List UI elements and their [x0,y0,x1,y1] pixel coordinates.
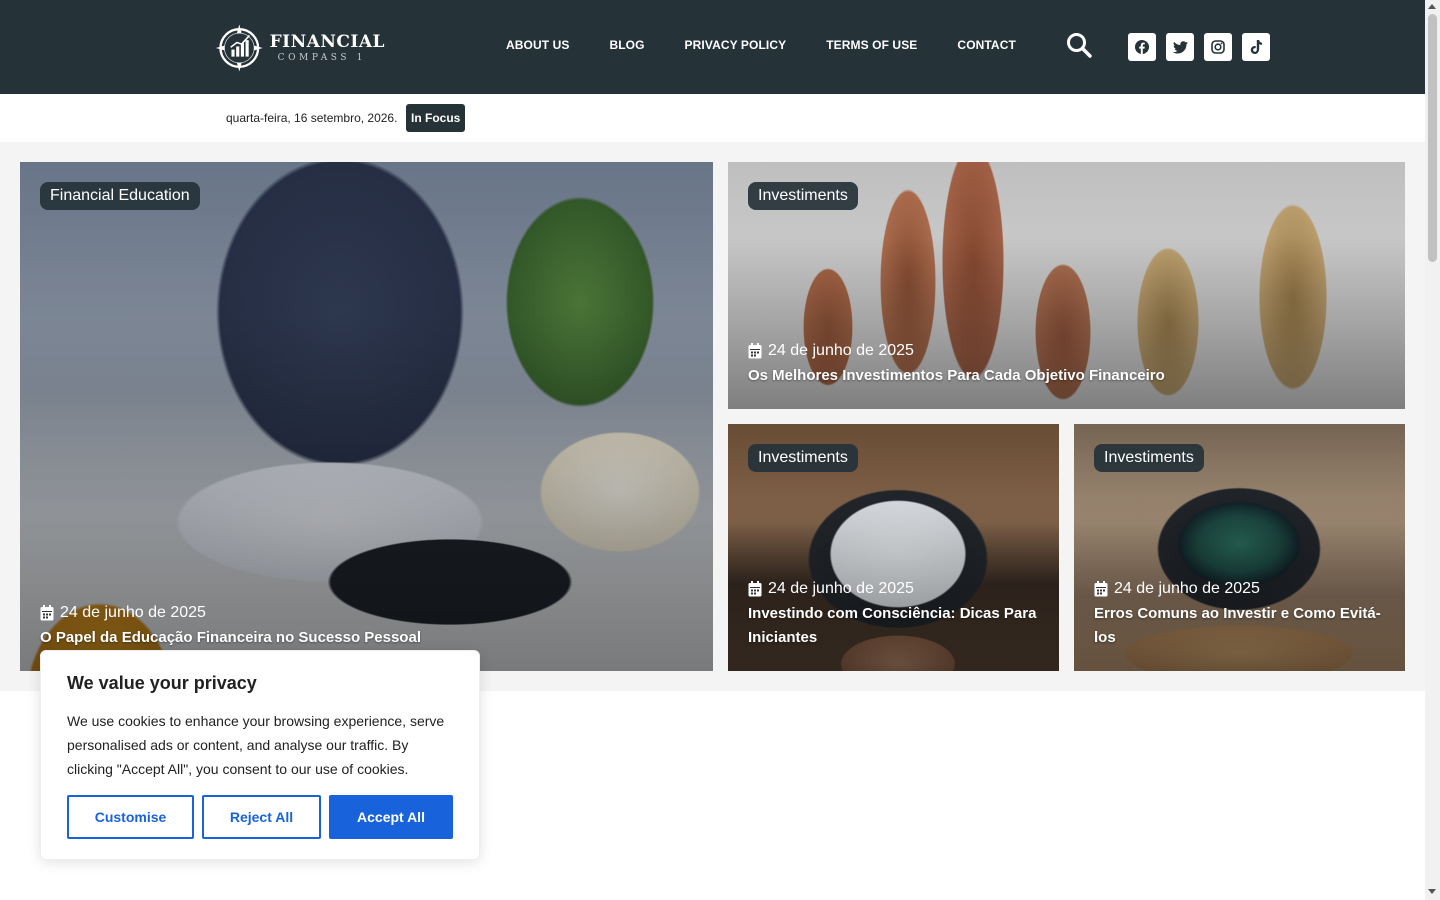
post-date: 24 de junho de 2025 [748,580,914,598]
category-badge[interactable]: Investiments [748,444,858,472]
featured-card-bottom-left[interactable]: Investiments 24 de junho de 2025 Investi… [728,424,1059,671]
post-date-text: 24 de junho de 2025 [768,580,914,597]
post-date-text: 24 de junho de 2025 [60,604,206,621]
cookie-title: We value your privacy [67,673,257,693]
cookie-text: We use cookies to enhance your browsing … [67,713,445,777]
scrollbar-thumb[interactable] [1428,14,1437,262]
reject-all-button[interactable]: Reject All [202,795,321,839]
in-focus-label: In Focus [406,104,466,132]
category-badge[interactable]: Investiments [1094,444,1204,472]
category-badge[interactable]: Investiments [748,182,858,210]
featured-card-bottom-right[interactable]: Investiments 24 de junho de 2025 Erros C… [1074,424,1405,671]
nav-contact[interactable]: CONTACT [957,38,1015,52]
compass-logo-icon [215,24,263,72]
nav-blog[interactable]: BLOG [609,38,644,52]
accept-all-button[interactable]: Accept All [329,795,453,839]
calendar-icon [40,605,54,621]
site-logo[interactable]: FINANCIAL COMPASS 1 [215,16,385,80]
tiktok-icon[interactable] [1242,33,1270,61]
twitter-icon[interactable] [1166,33,1194,61]
nav-about-us[interactable]: ABOUT US [506,38,569,52]
date-bar: quarta-feira, 16 setembro, 2026. In Focu… [0,94,1425,142]
search-icon[interactable] [1066,32,1092,58]
nav-terms-of-use[interactable]: TERMS OF USE [826,38,917,52]
scroll-down-arrow-icon[interactable] [1428,889,1436,894]
instagram-icon[interactable] [1204,33,1232,61]
post-date-text: 24 de junho de 2025 [1114,580,1260,597]
post-date: 24 de junho de 2025 [40,604,206,622]
post-date-text: 24 de junho de 2025 [768,342,914,359]
facebook-icon[interactable] [1128,33,1156,61]
customise-button[interactable]: Customise [67,795,194,839]
current-date: quarta-feira, 16 setembro, 2026. [226,111,398,125]
logo-wordmark: FINANCIAL COMPASS 1 [269,31,385,63]
featured-card-top-right[interactable]: Investiments 24 de junho de 2025 Os Melh… [728,162,1405,409]
category-badge[interactable]: Financial Education [40,182,200,210]
calendar-icon [748,581,762,597]
post-title[interactable]: Erros Comuns ao Investir e Como Evitá-lo… [1094,602,1385,650]
page-scrollbar[interactable] [1425,0,1440,900]
post-title[interactable]: O Papel da Educação Financeira no Sucess… [40,626,693,650]
social-links [1128,33,1280,61]
post-date: 24 de junho de 2025 [1094,580,1260,598]
post-title[interactable]: Os Melhores Investimentos Para Cada Obje… [748,364,1385,388]
logo-title: FINANCIAL [269,31,385,52]
calendar-icon [1094,581,1108,597]
site-header: FINANCIAL COMPASS 1 ABOUT US BLOG PRIVAC… [0,0,1425,94]
featured-card-large[interactable]: Financial Education 24 de junho de 2025 … [20,162,713,671]
page: FINANCIAL COMPASS 1 ABOUT US BLOG PRIVAC… [0,0,1440,900]
cookie-consent-dialog: We value your privacy We use cookies to … [40,650,480,860]
calendar-icon [748,343,762,359]
nav-privacy-policy[interactable]: PRIVACY POLICY [685,38,787,52]
logo-subtitle: COMPASS 1 [277,52,366,63]
scroll-up-arrow-icon[interactable] [1428,4,1436,9]
post-title[interactable]: Investindo com Consciência: Dicas Para I… [748,602,1039,650]
post-date: 24 de junho de 2025 [748,342,914,360]
main-nav: ABOUT US BLOG PRIVACY POLICY TERMS OF US… [506,38,1056,52]
card-image-overlay [20,162,713,671]
